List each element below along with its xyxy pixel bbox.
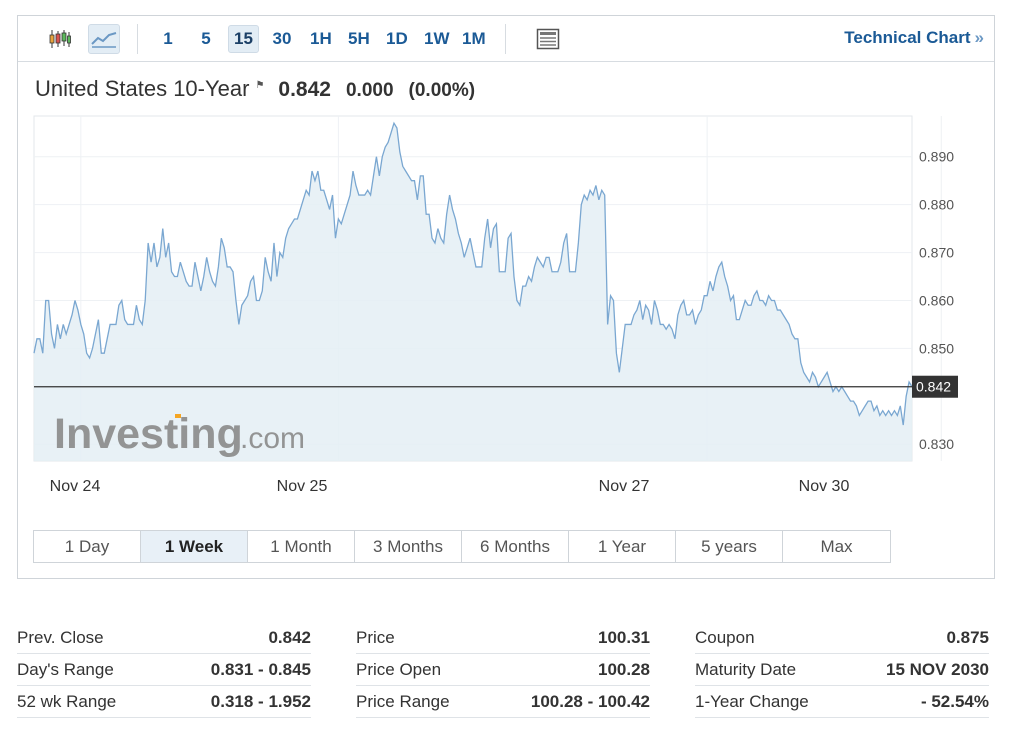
range-1-week[interactable]: 1 Week [141,531,248,562]
y-tick-label: 0.860 [919,292,954,308]
x-tick-label: Nov 25 [277,478,328,495]
stat-row: Day's Range 0.831 - 0.845 [17,654,311,686]
stat-row: 1-Year Change - 52.54% [695,686,989,718]
stat-row: Price Open 100.28 [356,654,650,686]
y-tick-label: 0.870 [919,245,954,261]
time-range-selector: 1 Day 1 Week 1 Month 3 Months 6 Months 1… [33,530,891,563]
y-tick-label: 0.830 [919,436,954,452]
watermark-accent [175,414,181,418]
stat-label: 52 wk Range [17,691,117,711]
stat-row: Coupon 0.875 [695,622,989,654]
stat-value: - 52.54% [920,691,989,711]
stats-column-2: Price 100.31 Price Open 100.28 Price Range… [356,622,650,718]
stat-value: 0.318 - 1.952 [210,691,311,711]
stat-row: 52 wk Range 0.318 - 1.952 [17,686,311,718]
investing-watermark: Investing [54,410,243,458]
price-chart[interactable]: Investing.com 0.890 0.880 0.870 0.860 0.850 0.… [18,16,994,516]
stat-value: 100.28 - 100.42 [530,691,650,711]
stat-label: Price [356,627,395,647]
range-1-year[interactable]: 1 Year [569,531,676,562]
range-max[interactable]: Max [783,531,890,562]
stat-label: Maturity Date [695,659,797,679]
stat-label: Price Open [356,659,442,679]
stats-column-1: Prev. Close 0.842 Day's Range 0.831 - 0.84… [17,622,311,718]
stat-row: Price Range 100.28 - 100.42 [356,686,650,718]
stat-label: Price Range [356,691,450,711]
x-tick-label: Nov 27 [599,478,650,495]
stat-label: Day's Range [17,659,114,679]
stat-value: 0.875 [946,627,989,647]
range-1-month[interactable]: 1 Month [248,531,355,562]
stat-value: 100.28 [598,659,650,679]
investing-watermark-suffix: .com [240,422,305,455]
stat-value: 15 NOV 2030 [885,659,989,679]
stats-column-3: Coupon 0.875 Maturity Date 15 NOV 2030 1-Y… [695,622,989,718]
x-tick-label: Nov 24 [50,478,101,495]
chart-widget: 1 5 15 30 1H 5H 1D 1W 1M Technical Chart… [17,15,995,579]
range-6-months[interactable]: 6 Months [462,531,569,562]
range-5-years[interactable]: 5 years [676,531,783,562]
stat-value: 0.842 [268,627,311,647]
stat-value: 100.31 [598,627,650,647]
stat-row: Price 100.31 [356,622,650,654]
stat-label: Coupon [695,627,755,647]
stat-row: Prev. Close 0.842 [17,622,311,654]
y-tick-label: 0.890 [919,149,954,165]
stat-row: Maturity Date 15 NOV 2030 [695,654,989,686]
stat-label: 1-Year Change [695,691,809,711]
y-tick-label: 0.880 [919,197,954,213]
stat-label: Prev. Close [17,627,104,647]
stat-value: 0.831 - 0.845 [210,659,311,679]
x-tick-label: Nov 30 [799,478,850,495]
range-3-months[interactable]: 3 Months [355,531,462,562]
range-1-day[interactable]: 1 Day [34,531,141,562]
last-price-badge-label: 0.842 [916,379,951,395]
y-tick-label: 0.850 [919,340,954,356]
